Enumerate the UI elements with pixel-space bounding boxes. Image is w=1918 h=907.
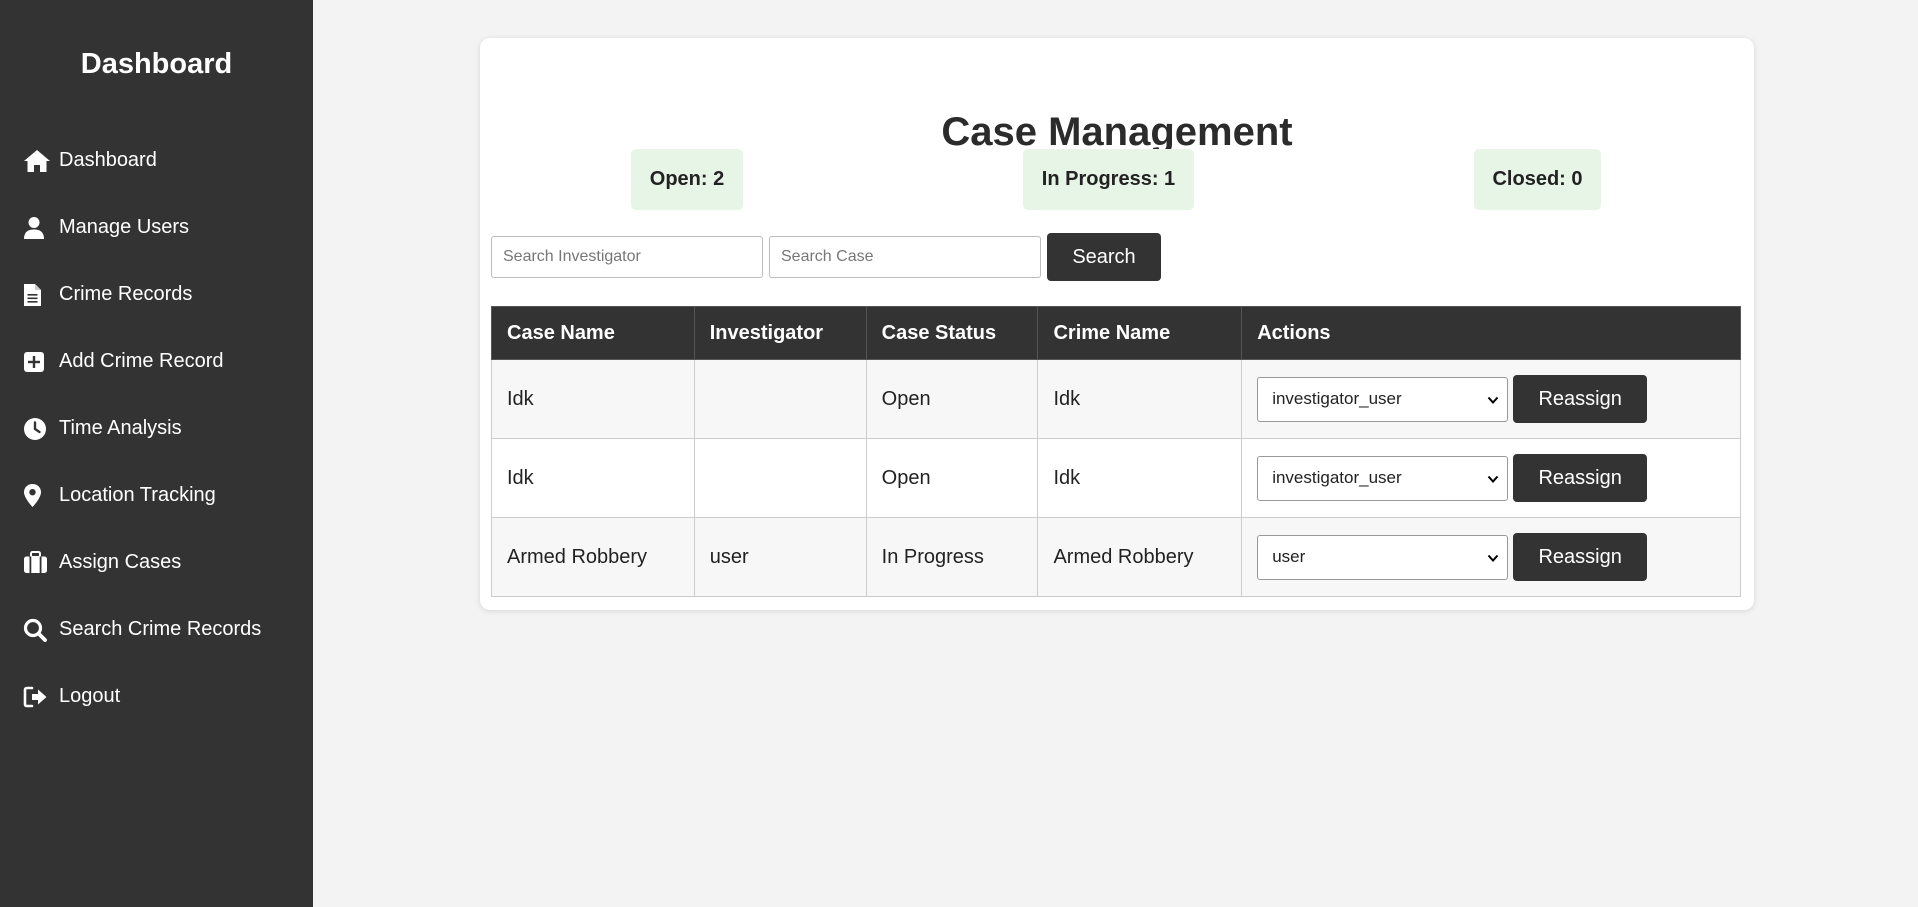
logout-icon [23,686,53,708]
case-status-cell: Open [865,359,1039,439]
crime-name-cell: Idk [1037,438,1243,518]
sidebar-item-label: Add Crime Record [59,350,224,372]
search-button[interactable]: Search [1047,233,1161,281]
sidebar-item-manage-users[interactable]: Manage Users [0,194,313,261]
header-crime-name: Crime Name [1037,306,1243,360]
case-status-cell: In Progress [865,517,1039,597]
cases-table: Case Name Investigator Case Status Crime… [491,306,1741,597]
sidebar-item-dashboard[interactable]: Dashboard [0,127,313,194]
sidebar-item-time-analysis[interactable]: Time Analysis [0,395,313,462]
sidebar-item-label: Crime Records [59,283,193,305]
table-row: Idk Open Idk investigator_user Reassign [491,359,1741,439]
user-icon [23,216,53,240]
location-pin-icon [23,483,53,508]
sidebar-item-label: Manage Users [59,216,190,238]
document-icon [23,283,53,307]
reassign-button[interactable]: Reassign [1513,533,1648,581]
investigator-select-value: investigator_user [1272,389,1402,408]
search-icon [23,618,53,642]
header-investigator: Investigator [693,306,867,360]
sidebar-item-label: Time Analysis [59,417,182,439]
home-icon [23,149,53,173]
header-case-status: Case Status [865,306,1039,360]
actions-cell: user Reassign [1241,517,1741,597]
chevron-down-icon [1487,549,1499,569]
sidebar-item-label: Search Crime Records [59,618,262,640]
sidebar-item-label: Location Tracking [59,484,216,506]
investigator-select[interactable]: user [1257,534,1509,580]
investigator-select[interactable]: investigator_user [1257,455,1509,501]
sidebar-item-search-crime-records[interactable]: Search Crime Records [0,596,313,663]
in-progress-count-badge: In Progress: 1 [1023,149,1194,210]
closed-count-badge: Closed: 0 [1474,149,1601,210]
chevron-down-icon [1487,470,1499,490]
sidebar-item-crime-records[interactable]: Crime Records [0,261,313,328]
table-row: Armed Robbery user In Progress Armed Rob… [491,517,1741,597]
sidebar-item-add-crime-record[interactable]: Add Crime Record [0,328,313,395]
table-header-row: Case Name Investigator Case Status Crime… [491,306,1741,360]
sidebar: Dashboard Dashboard Manage Users Crime R… [0,0,313,907]
crime-name-cell: Armed Robbery [1037,517,1243,597]
search-investigator-input[interactable] [491,236,763,278]
actions-cell: investigator_user Reassign [1241,359,1741,439]
sidebar-item-logout[interactable]: Logout [0,663,313,730]
header-case-name: Case Name [491,306,695,360]
case-management-card: Case Management Open: 2 In Progress: 1 C… [480,38,1754,610]
actions-cell: investigator_user Reassign [1241,438,1741,518]
case-name-cell: Idk [491,359,695,439]
investigator-cell [693,359,867,439]
case-name-cell: Idk [491,438,695,518]
reassign-button[interactable]: Reassign [1513,454,1648,502]
investigator-select-value: investigator_user [1272,468,1402,487]
sidebar-item-label: Assign Cases [59,551,182,573]
sidebar-item-label: Dashboard [59,149,157,171]
search-case-input[interactable] [769,236,1041,278]
clock-icon [23,417,53,441]
open-count-badge: Open: 2 [631,149,743,210]
search-bar: Search [491,233,1161,281]
crime-name-cell: Idk [1037,359,1243,439]
investigator-select[interactable]: investigator_user [1257,376,1509,422]
plus-square-icon [23,351,53,373]
investigator-select-value: user [1272,547,1306,566]
sidebar-item-location-tracking[interactable]: Location Tracking [0,462,313,529]
header-actions: Actions [1241,306,1741,360]
case-status-cell: Open [865,438,1039,518]
case-name-cell: Armed Robbery [491,517,695,597]
sidebar-nav: Dashboard Manage Users Crime Records Add… [0,127,313,730]
sidebar-item-label: Logout [59,685,121,707]
investigator-cell [693,438,867,518]
sidebar-title: Dashboard [80,48,233,80]
briefcase-icon [23,551,53,574]
reassign-button[interactable]: Reassign [1513,375,1648,423]
sidebar-item-assign-cases[interactable]: Assign Cases [0,529,313,596]
table-row: Idk Open Idk investigator_user Reassign [491,438,1741,518]
investigator-cell: user [693,517,867,597]
chevron-down-icon [1487,391,1499,411]
